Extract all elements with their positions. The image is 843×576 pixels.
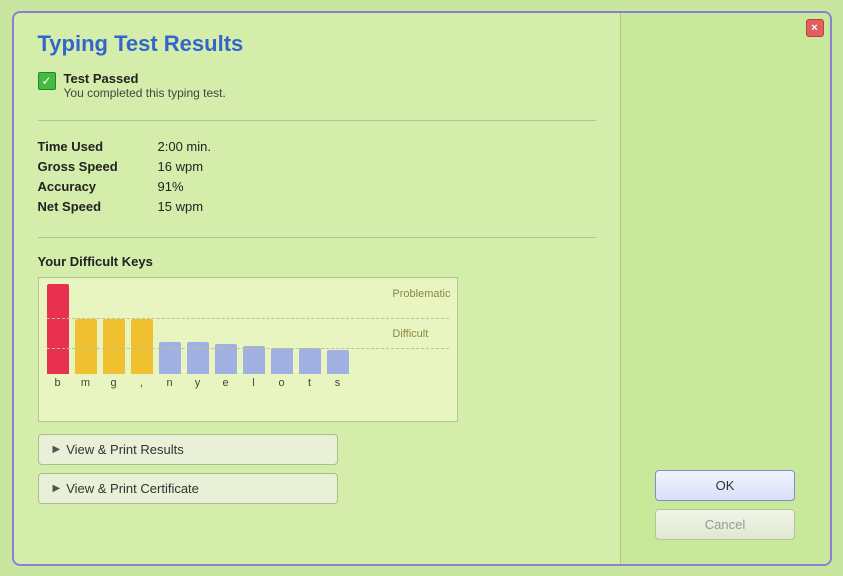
- stat-row-accuracy: Accuracy 91%: [38, 179, 596, 194]
- right-panel: OK Cancel: [620, 13, 830, 564]
- difficult-keys-title: Your Difficult Keys: [38, 254, 596, 269]
- bar-label-l: l: [252, 377, 254, 389]
- bar-col-b: b: [47, 284, 69, 389]
- stat-value-time: 2:00 min.: [158, 139, 211, 154]
- bar-col-o: o: [271, 348, 293, 389]
- bar-b: [47, 284, 69, 374]
- bar-col-m: m: [75, 319, 97, 389]
- stat-value-accuracy: 91%: [158, 179, 184, 194]
- view-print-results-label: View & Print Results: [66, 442, 184, 457]
- bar-label-t: t: [308, 377, 311, 389]
- stat-label-time: Time Used: [38, 139, 158, 154]
- test-passed-text: Test Passed You completed this typing te…: [64, 71, 226, 100]
- bar-g: [103, 319, 125, 374]
- hline-difficult: [47, 348, 449, 349]
- difficult-keys-section: Your Difficult Keys Problematic Difficul…: [38, 254, 596, 422]
- action-buttons: ▶ View & Print Results ▶ View & Print Ce…: [38, 434, 596, 504]
- bar-col-,: ,: [131, 319, 153, 389]
- bar-t: [299, 348, 321, 374]
- bar-label-,: ,: [140, 377, 143, 389]
- bar-l: [243, 346, 265, 374]
- bar-label-m: m: [81, 377, 90, 389]
- bar-label-n: n: [166, 377, 172, 389]
- arrow-results-icon: ▶: [53, 444, 61, 455]
- bar-,: [131, 319, 153, 374]
- check-icon: ✓: [38, 72, 56, 90]
- view-print-certificate-label: View & Print Certificate: [66, 481, 199, 496]
- close-button[interactable]: ×: [806, 19, 824, 37]
- bar-col-l: l: [243, 346, 265, 389]
- bar-col-e: e: [215, 344, 237, 389]
- bar-label-g: g: [110, 377, 116, 389]
- stat-label-net: Net Speed: [38, 199, 158, 214]
- bar-m: [75, 319, 97, 374]
- bar-col-y: y: [187, 342, 209, 389]
- bar-col-g: g: [103, 319, 125, 389]
- passed-label: Test Passed: [64, 71, 226, 86]
- divider-2: [38, 237, 596, 238]
- bar-col-t: t: [299, 348, 321, 389]
- bars-area: b m g, n y e l o t s: [47, 284, 449, 389]
- bar-n: [159, 342, 181, 374]
- left-panel: Typing Test Results ✓ Test Passed You co…: [14, 13, 620, 564]
- bar-label-b: b: [54, 377, 60, 389]
- typing-test-results-dialog: × Typing Test Results ✓ Test Passed You …: [12, 11, 832, 566]
- stat-row-time: Time Used 2:00 min.: [38, 139, 596, 154]
- arrow-certificate-icon: ▶: [53, 483, 61, 494]
- hline-problematic: [47, 318, 449, 319]
- stat-row-net: Net Speed 15 wpm: [38, 199, 596, 214]
- passed-sub: You completed this typing test.: [64, 86, 226, 100]
- stats-table: Time Used 2:00 min. Gross Speed 16 wpm A…: [38, 139, 596, 219]
- stat-row-gross: Gross Speed 16 wpm: [38, 159, 596, 174]
- bar-label-s: s: [335, 377, 341, 389]
- bar-label-o: o: [278, 377, 284, 389]
- view-print-results-button[interactable]: ▶ View & Print Results: [38, 434, 338, 465]
- cancel-button: Cancel: [655, 509, 795, 540]
- bar-col-n: n: [159, 342, 181, 389]
- divider-1: [38, 120, 596, 121]
- bar-s: [327, 350, 349, 374]
- view-print-certificate-button[interactable]: ▶ View & Print Certificate: [38, 473, 338, 504]
- bar-col-s: s: [327, 350, 349, 389]
- stat-label-gross: Gross Speed: [38, 159, 158, 174]
- bar-label-y: y: [195, 377, 201, 389]
- stat-value-net: 15 wpm: [158, 199, 204, 214]
- bar-label-e: e: [222, 377, 228, 389]
- test-passed-row: ✓ Test Passed You completed this typing …: [38, 71, 596, 100]
- ok-button[interactable]: OK: [655, 470, 795, 501]
- chart-container: Problematic Difficult bmg,nyelots: [38, 277, 458, 422]
- dialog-title: Typing Test Results: [38, 31, 596, 57]
- bar-y: [187, 342, 209, 374]
- bar-o: [271, 348, 293, 374]
- stat-label-accuracy: Accuracy: [38, 179, 158, 194]
- stat-value-gross: 16 wpm: [158, 159, 204, 174]
